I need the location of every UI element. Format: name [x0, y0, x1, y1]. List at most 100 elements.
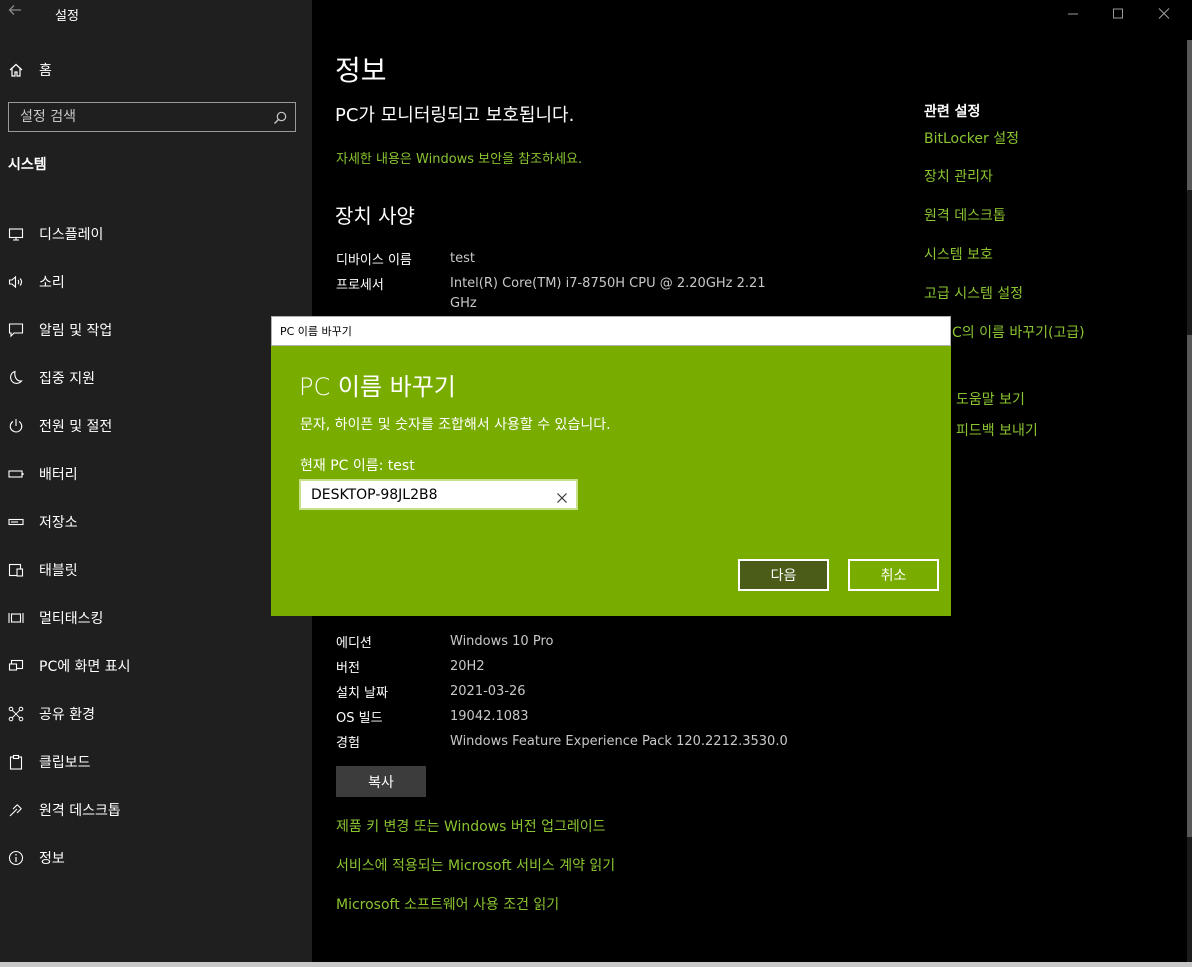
sidebar-item-label: 디스플레이: [39, 227, 104, 243]
sidebar-item-label: 클립보드: [39, 755, 91, 771]
sidebar-item-focus-assist[interactable]: 집중 지원: [8, 354, 308, 402]
system-protection-link[interactable]: 시스템 보호: [924, 244, 993, 264]
remote-desktop-link[interactable]: 원격 데스크톱: [924, 205, 1006, 225]
remote-desktop-icon: [8, 802, 24, 818]
sidebar-item-display[interactable]: 디스플레이: [8, 210, 308, 258]
sidebar-item-label: 태블릿: [39, 563, 78, 579]
sidebar-item-remote-desktop[interactable]: 원격 데스크톱: [8, 786, 308, 834]
sidebar-item-label: 알림 및 작업: [39, 323, 113, 339]
search-box[interactable]: [8, 102, 296, 132]
spec-value: 2021-03-26: [450, 684, 526, 699]
sidebar-item-about[interactable]: 정보: [8, 834, 308, 882]
scrollbar-thumb[interactable]: [1187, 40, 1192, 190]
spec-key: 버전: [336, 661, 360, 676]
license-terms-link[interactable]: Microsoft 소프트웨어 사용 조건 읽기: [336, 894, 559, 914]
rename-pc-advanced-link[interactable]: C의 이름 바꾸기(고급): [952, 322, 1085, 342]
focus-assist-icon: [8, 370, 24, 386]
rename-pc-dialog: PC 이름 바꾸기 PC 이름 바꾸기 문자, 하이픈 및 숫자를 조합해서 사…: [271, 316, 951, 616]
clipboard-icon: [8, 754, 24, 770]
device-specs-title: 장치 사양: [335, 204, 415, 228]
spec-value: Windows 10 Pro: [450, 634, 554, 649]
minimize-icon[interactable]: [1064, 5, 1082, 23]
cancel-button[interactable]: 취소: [848, 559, 939, 591]
get-help-link[interactable]: 도움말 보기: [956, 389, 1025, 409]
copy-button[interactable]: 복사: [336, 766, 426, 797]
dialog-body: PC 이름 바꾸기 문자, 하이픈 및 숫자를 조합해서 사용할 수 있습니다.…: [271, 346, 951, 616]
project-icon: [8, 658, 24, 674]
spec-value: 19042.1083: [450, 709, 529, 724]
windows-security-link[interactable]: 자세한 내용은 Windows 보안을 참조하세요.: [336, 148, 582, 167]
search-input[interactable]: [9, 109, 273, 125]
sidebar-item-label: 저장소: [39, 515, 78, 531]
sidebar-item-battery[interactable]: 배터리: [8, 450, 308, 498]
scrollbar-track-segment: [1187, 335, 1192, 837]
sidebar-item-shared-experiences[interactable]: 공유 환경: [8, 690, 308, 738]
bitlocker-settings-link[interactable]: BitLocker 설정: [924, 128, 1019, 148]
spec-key: 프로세서: [336, 278, 384, 293]
sidebar-item-project[interactable]: PC에 화면 표시: [8, 642, 308, 690]
dialog-description: 문자, 하이픈 및 숫자를 조합해서 사용할 수 있습니다.: [300, 417, 611, 433]
sidebar-item-label: 배터리: [39, 467, 78, 483]
service-agreement-link[interactable]: 서비스에 적용되는 Microsoft 서비스 계약 읽기: [336, 855, 615, 875]
shared-experiences-icon: [8, 706, 24, 722]
close-icon[interactable]: [1155, 5, 1173, 23]
spec-value: Intel(R) Core(TM) i7-8750H CPU @ 2.20GHz…: [450, 276, 766, 311]
sidebar-item-clipboard[interactable]: 클립보드: [8, 738, 308, 786]
sidebar-item-label: PC에 화면 표시: [39, 659, 131, 675]
sidebar-item-label: 정보: [39, 851, 65, 867]
new-name-field[interactable]: [299, 479, 578, 510]
spec-value: 20H2: [450, 659, 485, 674]
sidebar-item-label: 소리: [39, 275, 65, 291]
new-name-input[interactable]: [301, 486, 556, 503]
sidebar-item-notifications[interactable]: 알림 및 작업: [8, 306, 308, 354]
nav-list: 디스플레이 소리 알림 및 작업 집중 지원 전원 및 절전 배터리 저장소 태…: [8, 210, 308, 882]
info-icon: [8, 850, 24, 866]
dialog-titlebar: PC 이름 바꾸기: [271, 316, 951, 346]
window-bottom-border: [0, 962, 1192, 967]
related-settings-title: 관련 설정: [924, 104, 981, 120]
sidebar-item-label: 홈: [39, 63, 52, 79]
battery-icon: [8, 466, 24, 482]
next-button[interactable]: 다음: [738, 559, 829, 591]
spec-key: 설치 날짜: [336, 686, 388, 701]
current-pc-name: 현재 PC 이름: test: [300, 458, 415, 474]
sidebar-item-multitasking[interactable]: 멀티태스킹: [8, 594, 308, 642]
multitasking-icon: [8, 610, 24, 626]
storage-icon: [8, 514, 24, 530]
search-icon[interactable]: [273, 110, 287, 124]
spec-key: 에디션: [336, 636, 372, 651]
spec-key: 경험: [336, 736, 360, 751]
device-manager-link[interactable]: 장치 관리자: [924, 166, 993, 186]
home-icon: [8, 62, 24, 78]
spec-key: OS 빌드: [336, 711, 383, 726]
clear-icon[interactable]: [556, 489, 568, 503]
spec-value: Windows Feature Experience Pack 120.2212…: [450, 734, 788, 749]
give-feedback-link[interactable]: 피드백 보내기: [956, 420, 1038, 440]
sidebar-item-label: 공유 환경: [39, 707, 95, 723]
app-title: 설정: [55, 9, 79, 24]
sidebar-item-label: 전원 및 절전: [39, 419, 113, 435]
sidebar-item-home[interactable]: 홈: [8, 58, 52, 82]
protection-status: PC가 모니터링되고 보호됩니다.: [335, 105, 575, 126]
power-icon: [8, 418, 24, 434]
sidebar-item-storage[interactable]: 저장소: [8, 498, 308, 546]
page-title: 정보: [335, 54, 387, 87]
maximize-icon[interactable]: [1109, 5, 1127, 23]
sidebar-item-sound[interactable]: 소리: [8, 258, 308, 306]
section-title: 시스템: [8, 157, 47, 173]
sidebar-item-label: 멀티태스킹: [39, 611, 104, 627]
sidebar-item-label: 원격 데스크톱: [39, 803, 121, 819]
display-icon: [8, 226, 24, 242]
scrollbar[interactable]: [1187, 40, 1192, 962]
sidebar: 설정 홈 시스템 디스플레이 소리 알림 및 작업 집중 지원: [0, 0, 312, 962]
sidebar-item-label: 집중 지원: [39, 371, 95, 387]
sidebar-item-tablet[interactable]: 태블릿: [8, 546, 308, 594]
product-key-link[interactable]: 제품 키 변경 또는 Windows 버전 업그레이드: [336, 816, 606, 836]
back-arrow-icon[interactable]: [8, 3, 26, 21]
spec-key: 디바이스 이름: [336, 253, 412, 268]
dialog-heading: PC 이름 바꾸기: [299, 373, 456, 401]
sidebar-item-power[interactable]: 전원 및 절전: [8, 402, 308, 450]
dialog-titlebar-text: PC 이름 바꾸기: [280, 325, 352, 338]
tablet-icon: [8, 562, 24, 578]
advanced-system-settings-link[interactable]: 고급 시스템 설정: [924, 283, 1023, 303]
